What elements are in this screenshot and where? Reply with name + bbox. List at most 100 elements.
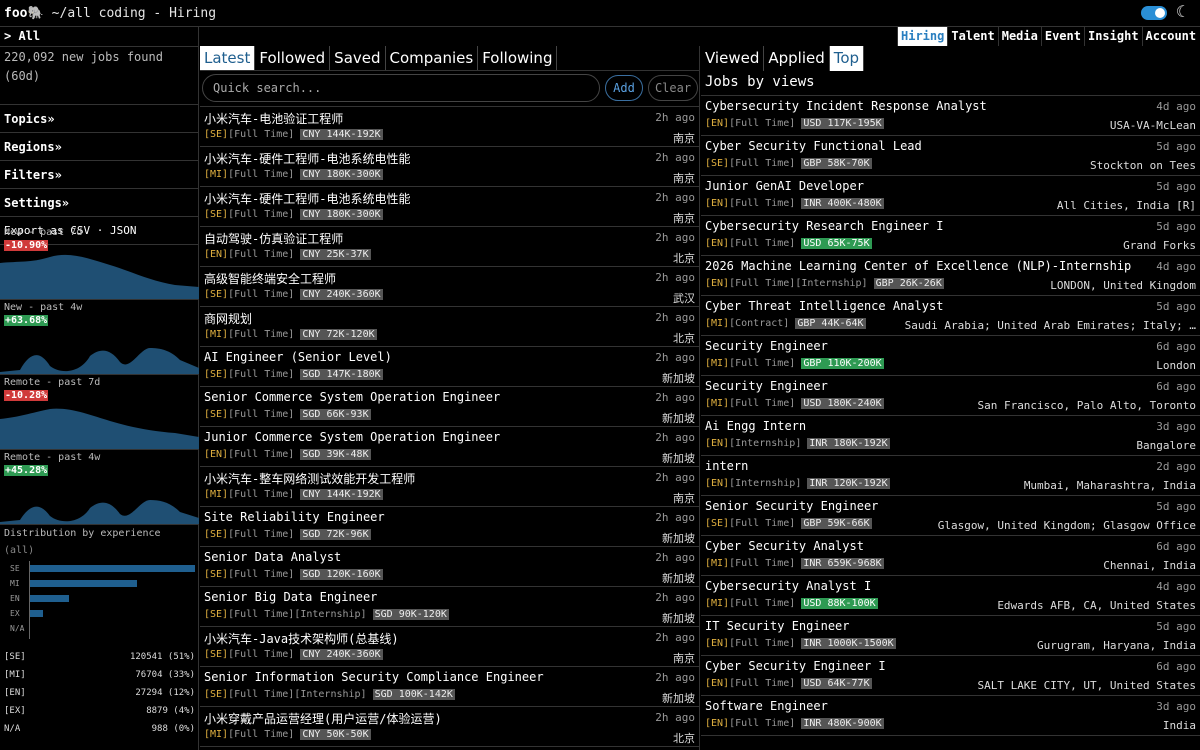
job-row[interactable]: Junior Commerce System Operation Enginee…	[200, 427, 699, 467]
tab-following[interactable]: Following	[478, 46, 558, 70]
job-title[interactable]: Senior Big Data Engineer	[204, 590, 377, 604]
job-row[interactable]: 自动驾驶-仿真验证工程师 2h ago [EN][Full Time] CNY 25…	[200, 227, 699, 267]
job-row[interactable]: Senior Information Security Compliance E…	[200, 667, 699, 707]
job-title[interactable]: Cybersecurity Research Engineer I	[705, 219, 943, 233]
topics-menu[interactable]: Topics»	[0, 105, 198, 133]
job-title[interactable]: Junior Commerce System Operation Enginee…	[204, 430, 500, 444]
job-salary: CNY 240K-360K	[300, 289, 383, 300]
job-row[interactable]: 2026 Machine Learning Center of Excellen…	[701, 256, 1200, 296]
job-row[interactable]: Security Engineer 6d ago [MI][Full Time] U…	[701, 376, 1200, 416]
job-title[interactable]: Senior Information Security Compliance E…	[204, 670, 544, 684]
settings-menu[interactable]: Settings»	[0, 189, 198, 217]
dist-legend-value: 27294 (12%)	[135, 688, 195, 698]
job-row[interactable]: Cyber Security Functional Lead 5d ago [SE]…	[701, 136, 1200, 176]
job-title[interactable]: intern	[705, 459, 748, 473]
job-row[interactable]: 小米汽车-整车网络测试效能开发工程师 2h ago [MI][Full Time] …	[200, 467, 699, 507]
job-title[interactable]: Software Engineer	[705, 699, 828, 713]
job-row[interactable]: Cyber Security Analyst 6d ago [MI][Full Ti…	[701, 536, 1200, 576]
job-title[interactable]: 小米汽车-电池验证工程师	[204, 110, 343, 127]
job-salary: CNY 180K-300K	[300, 209, 383, 220]
job-title[interactable]: Cyber Security Analyst	[705, 539, 864, 553]
job-title[interactable]: 小米穿戴产品运营经理(用户运营/体验运营)	[204, 710, 442, 727]
job-title[interactable]: Cyber Security Functional Lead	[705, 139, 922, 153]
job-title[interactable]: Cyber Threat Intelligence Analyst	[705, 299, 943, 313]
job-title[interactable]: Site Reliability Engineer	[204, 510, 385, 524]
job-title[interactable]: Cyber Security Engineer I	[705, 659, 886, 673]
job-row[interactable]: Senior Security Engineer 5d ago [SE][Full …	[701, 496, 1200, 536]
job-row[interactable]: 小米汽车-Java技术架构师(总基线) 2h ago [SE][Full Time]…	[200, 627, 699, 667]
app-logo[interactable]: foo🐘	[4, 6, 44, 21]
job-row[interactable]: Junior GenAI Developer 5d ago [EN][Full Ti…	[701, 176, 1200, 216]
nav-event[interactable]: Event	[1040, 27, 1084, 46]
filters-menu[interactable]: Filters»	[0, 161, 198, 189]
job-title[interactable]: Junior GenAI Developer	[705, 179, 864, 193]
tab-companies[interactable]: Companies	[386, 46, 479, 70]
job-title[interactable]: 自动驾驶-仿真验证工程师	[204, 230, 343, 247]
tab-saved[interactable]: Saved	[330, 46, 386, 70]
job-title[interactable]: Senior Security Engineer	[705, 499, 878, 513]
job-type: [Full Time]	[228, 329, 295, 340]
job-row[interactable]: Cybersecurity Research Engineer I 5d ago […	[701, 216, 1200, 256]
job-level: [MI]	[705, 318, 730, 329]
tab-latest[interactable]: Latest	[200, 46, 256, 70]
job-row[interactable]: IT Security Engineer 5d ago [EN][Full Time…	[701, 616, 1200, 656]
job-type: [Full Time]	[729, 238, 796, 249]
job-title[interactable]: Cybersecurity Incident Response Analyst	[705, 99, 987, 113]
job-title[interactable]: 小米汽车-Java技术架构师(总基线)	[204, 630, 399, 647]
job-title[interactable]: Security Engineer	[705, 339, 828, 353]
tab-top[interactable]: Top	[829, 46, 865, 71]
job-row[interactable]: Senior Data Analyst 2h ago [SE][Full Time]…	[200, 547, 699, 587]
moon-icon[interactable]: ☾	[1176, 2, 1186, 21]
job-title[interactable]: IT Security Engineer	[705, 619, 850, 633]
job-row[interactable]: 小米汽车-硬件工程师-电池系统电性能 2h ago [SE][Full Time] …	[200, 187, 699, 227]
all-filter[interactable]: > All	[0, 27, 198, 47]
job-row[interactable]: Cybersecurity Incident Response Analyst 4…	[701, 96, 1200, 136]
job-meta: [EN][Full Time] INR 1000K-1500K	[705, 638, 896, 649]
job-row[interactable]: 商网规划 2h ago [MI][Full Time] CNY 72K-120K 北京	[200, 307, 699, 347]
nav-media[interactable]: Media	[997, 27, 1041, 46]
job-title[interactable]: 商网规划	[204, 310, 252, 327]
job-title[interactable]: Senior Commerce System Operation Enginee…	[204, 390, 500, 404]
job-salary: GBP 110K-200K	[801, 358, 884, 369]
job-row[interactable]: Senior Commerce System Operation Enginee…	[200, 387, 699, 427]
job-row[interactable]: Cyber Security Engineer I 6d ago [EN][Full…	[701, 656, 1200, 696]
job-row[interactable]: Site Reliability Engineer 2h ago [SE][Full…	[200, 507, 699, 547]
job-row[interactable]: Software Engineer 3d ago [EN][Full Time] I…	[701, 696, 1200, 736]
job-salary: CNY 72K-120K	[300, 329, 377, 340]
add-button[interactable]: Add	[605, 75, 643, 101]
nav-talent[interactable]: Talent	[947, 27, 997, 46]
tab-applied[interactable]: Applied	[764, 46, 830, 71]
tab-viewed[interactable]: Viewed	[701, 46, 765, 71]
job-title[interactable]: 2026 Machine Learning Center of Excellen…	[705, 259, 1131, 273]
job-row[interactable]: Cyber Threat Intelligence Analyst 5d ago […	[701, 296, 1200, 336]
job-row[interactable]: 高级智能终端安全工程师 2h ago [SE][Full Time] CNY 240…	[200, 267, 699, 307]
job-row[interactable]: 小米穿戴产品运营经理(用户运营/体验运营) 2h ago [MI][Full Tim…	[200, 707, 699, 747]
job-row[interactable]: 小米汽车-电池验证工程师 2h ago [SE][Full Time] CNY 14…	[200, 107, 699, 147]
job-title[interactable]: Senior Data Analyst	[204, 550, 341, 564]
job-title[interactable]: Cybersecurity Analyst I	[705, 579, 871, 593]
job-title[interactable]: 小米汽车-硬件工程师-电池系统电性能	[204, 150, 410, 167]
job-title[interactable]: Ai Engg Intern	[705, 419, 806, 433]
nav-insight[interactable]: Insight	[1083, 27, 1142, 46]
job-level: [EN]	[705, 278, 730, 289]
job-row[interactable]: Senior Big Data Engineer 2h ago [SE][Full …	[200, 587, 699, 627]
job-row[interactable]: Cybersecurity Analyst I 4d ago [MI][Full T…	[701, 576, 1200, 616]
clear-button[interactable]: Clear	[648, 75, 698, 101]
job-title[interactable]: Security Engineer	[705, 379, 828, 393]
job-row[interactable]: AI Engineer (Senior Level) 2h ago [SE][Ful…	[200, 347, 699, 387]
dist-bar-label: SE	[10, 564, 20, 573]
job-title[interactable]: 高级智能终端安全工程师	[204, 270, 336, 287]
job-row[interactable]: 小米汽车-硬件工程师-电池系统电性能 2h ago [MI][Full Time] …	[200, 147, 699, 187]
nav-account[interactable]: Account	[1141, 27, 1200, 46]
job-row[interactable]: intern 2d ago [EN][Internship] INR 120K-19…	[701, 456, 1200, 496]
nav-hiring[interactable]: Hiring	[897, 27, 948, 46]
job-title[interactable]: AI Engineer (Senior Level)	[204, 350, 392, 364]
job-title[interactable]: 小米汽车-整车网络测试效能开发工程师	[204, 470, 415, 487]
theme-toggle[interactable]	[1141, 6, 1167, 20]
search-input[interactable]: Quick search...	[202, 74, 600, 102]
tab-followed[interactable]: Followed	[255, 46, 331, 70]
job-title[interactable]: 小米汽车-硬件工程师-电池系统电性能	[204, 190, 410, 207]
job-row[interactable]: Ai Engg Intern 3d ago [EN][Internship] INR…	[701, 416, 1200, 456]
regions-menu[interactable]: Regions»	[0, 133, 198, 161]
job-row[interactable]: Security Engineer 6d ago [MI][Full Time] G…	[701, 336, 1200, 376]
